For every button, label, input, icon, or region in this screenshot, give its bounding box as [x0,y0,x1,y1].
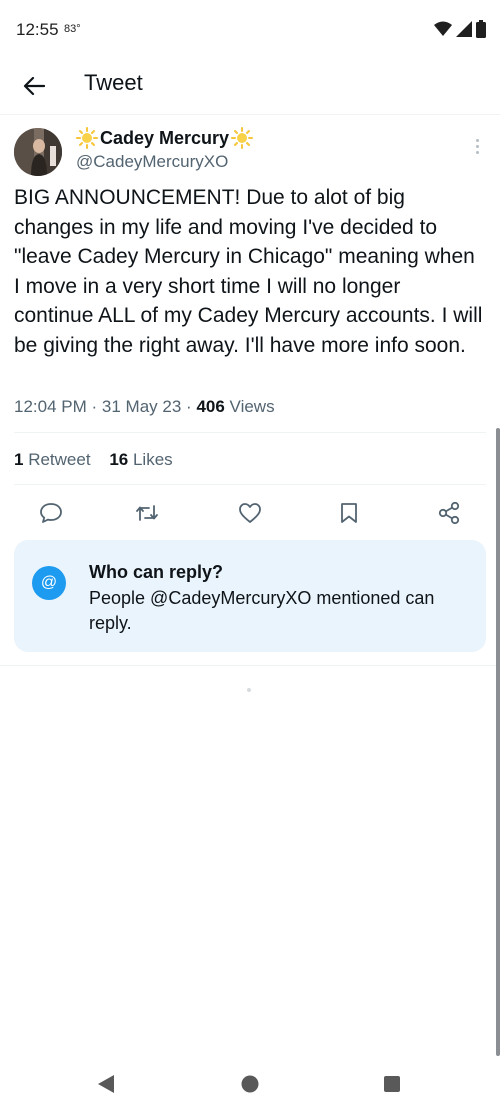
recents-square-icon [384,1076,400,1092]
sun-emoji-icon [231,127,254,149]
status-time: 12:55 [16,20,59,39]
sun-emoji-icon [76,127,98,149]
divider [14,432,486,433]
loading-indicator [247,688,251,692]
views-label: Views [229,397,275,416]
reply-button[interactable] [34,498,68,528]
retweets-label: Retweet [28,450,91,469]
retweets-count: 1 [14,450,24,469]
share-button[interactable] [432,498,466,528]
like-icon [239,503,261,523]
tweet-actions [0,498,500,528]
divider [0,665,500,666]
home-circle-icon [241,1075,259,1093]
scrollbar[interactable] [496,428,500,1056]
wifi-icon [434,21,452,36]
tweet-stats: 1 Retweet 16 Likes [14,450,187,470]
app-header: Tweet [0,58,500,115]
reply-restriction-title: Who can reply? [89,562,224,582]
reply-restriction-description: People @CadeyMercuryXO mentioned can rep… [89,588,435,633]
signal-icon [456,21,472,37]
likes-label: Likes [132,450,173,469]
tweet-meta: 12:04 PM · 31 May 23 · 406 Views [14,397,275,417]
status-temperature: 83° [64,23,81,35]
more-options-button[interactable] [468,136,486,156]
battery-icon [476,20,486,38]
back-button[interactable] [16,68,52,104]
share-icon [438,501,460,525]
views-count: 406 [196,397,225,416]
likes-count: 16 [109,450,129,469]
user-handle[interactable]: @CadeyMercuryXO [76,152,228,172]
meta-separator: · [186,397,192,416]
divider [14,484,486,485]
tweet-time: 12:04 PM [14,397,87,416]
likes-stat[interactable]: 16 Likes [109,450,172,469]
avatar[interactable] [14,128,62,176]
reply-restriction-card: @ Who can reply? People @CadeyMercuryXO … [14,540,486,652]
page-title: Tweet [84,70,143,95]
retweet-button[interactable] [130,498,164,528]
nav-back-button[interactable] [94,1072,118,1096]
back-arrow-icon [23,76,45,96]
nav-recents-button[interactable] [380,1072,404,1096]
retweet-icon [136,505,158,521]
like-button[interactable] [233,498,267,528]
more-dot [475,144,479,148]
meta-separator: · [91,397,98,416]
display-name[interactable]: Cadey Mercury [76,127,254,149]
tweet-text: BIG ANNOUNCEMENT! Due to alot of big cha… [14,186,483,357]
bookmark-button[interactable] [332,498,366,528]
more-dot [475,150,479,154]
mention-icon: @ [32,566,66,600]
system-nav-bar [0,1056,500,1112]
status-bar: 12:55 83° [0,0,500,58]
back-triangle-icon [98,1075,114,1093]
nav-home-button[interactable] [238,1072,262,1096]
retweets-stat[interactable]: 1 Retweet [14,450,95,469]
status-icons [434,20,486,38]
tweet-date: 31 May 23 [101,397,182,416]
bookmark-icon [341,503,357,523]
more-dot [475,138,479,142]
reply-icon [40,503,62,523]
display-name-text: Cadey Mercury [100,127,230,148]
